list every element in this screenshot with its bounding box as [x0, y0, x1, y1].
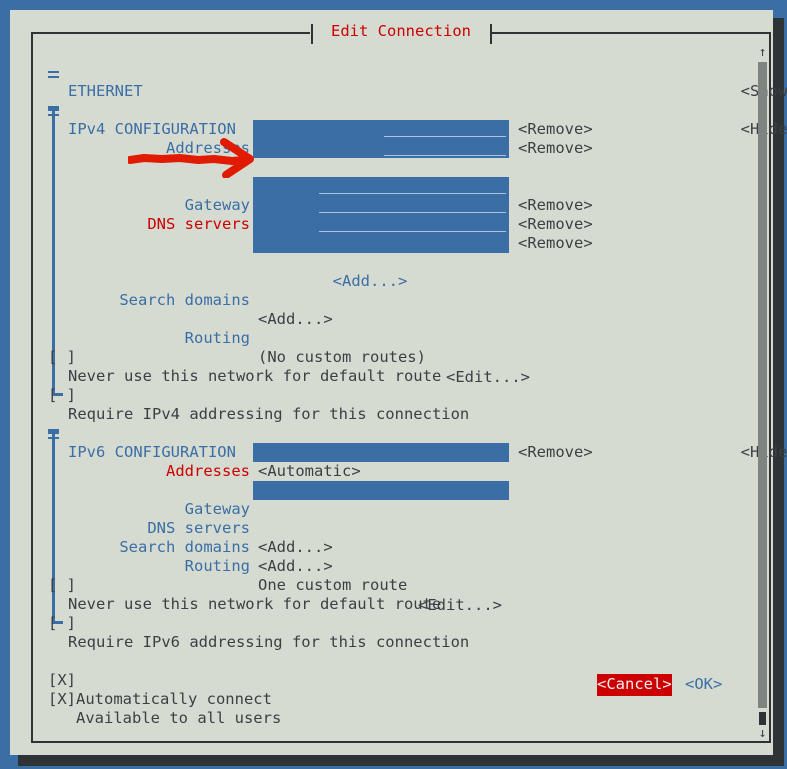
ipv4-gateway-input[interactable]: 1.1.1.1: [253, 177, 509, 196]
nmtui-window: Edit Connection ETHERNET <Show> IPv4 CON…: [10, 10, 787, 755]
ipv4-dns-add-button[interactable]: <Add...>: [258, 253, 408, 290]
ipv6-dns-row: DNS servers <Add...>: [42, 500, 332, 556]
ipv4-address-remove-2[interactable]: <Remove>: [518, 139, 593, 158]
ipv4-dns-fill-1: [319, 212, 506, 213]
ipv4-dns-input-2[interactable]: 3.3.3.3: [253, 215, 509, 234]
desktop-background: Edit Connection ETHERNET <Show> IPv4 CON…: [0, 0, 787, 769]
ipv6-hide-button[interactable]: <Hide>: [666, 424, 787, 461]
ipv4-gateway-row: Gateway: [42, 177, 250, 214]
ipv6-addresses-row: Addresses: [42, 443, 250, 480]
scrollbar-cursor-block: [759, 712, 766, 725]
ipv4-dns-remove-3[interactable]: <Remove>: [518, 234, 593, 253]
ipv6-gateway-input[interactable]: [253, 481, 509, 500]
ipv6-search-domains-add-button[interactable]: <Add...>: [258, 557, 333, 576]
ipv4-dns-remove-2[interactable]: <Remove>: [518, 215, 593, 234]
ipv4-require-row[interactable]: [ ] Require IPv4 addressing for this con…: [42, 367, 469, 423]
available-all-users-checkbox[interactable]: [X]: [48, 690, 76, 709]
ipv4-addresses-add-button[interactable]: <Add...>: [258, 158, 408, 195]
ipv4-gateway-fill: [319, 193, 506, 194]
ipv6-never-default-label: Never use this network for default route: [68, 595, 442, 614]
auto-connect-row[interactable]: [X] Automatically connect: [42, 652, 272, 708]
ipv4-require-label: Require IPv4 addressing for this connect…: [68, 405, 470, 424]
ipv6-never-default-checkbox[interactable]: [ ]: [48, 576, 76, 595]
ipv4-address-fill-2: [384, 155, 506, 156]
ipv4-addresses-row-1: Addresses: [42, 120, 250, 157]
available-all-users-label: Available to all users: [76, 709, 282, 728]
ipv4-never-default-label: Never use this network for default route: [68, 367, 442, 386]
ipv4-search-domains-label: Search domains: [119, 291, 250, 310]
ipv4-section-header[interactable]: IPv4 CONFIGURATION <Manual>: [42, 101, 333, 157]
ipv6-require-row[interactable]: [ ] Require IPv6 addressing for this con…: [42, 595, 469, 651]
available-all-users-row[interactable]: [X] Available to all users: [42, 671, 281, 727]
scrollbar[interactable]: ↑ ↓: [757, 46, 768, 741]
ipv6-section-header[interactable]: IPv6 CONFIGURATION <Automatic>: [42, 424, 361, 480]
ipv4-routing-value: (No custom routes): [258, 348, 426, 367]
ipv4-hide-button[interactable]: <Hide>: [666, 101, 787, 138]
ipv6-address-input-1[interactable]: [253, 443, 509, 462]
scrollbar-up-arrow-icon[interactable]: ↑: [757, 46, 768, 60]
ipv4-never-default-row[interactable]: [ ] Never use this network for default r…: [42, 329, 441, 385]
ipv4-address-input-1[interactable]: 11.22.33.44/24: [253, 120, 509, 139]
ipv4-addresses-label: Addresses: [166, 139, 250, 158]
ipv4-address-input-2[interactable]: 55.66.77.88/24: [253, 139, 509, 158]
ipv4-dns-input-3[interactable]: [253, 234, 509, 253]
ipv4-never-default-checkbox[interactable]: [ ]: [48, 348, 76, 367]
ipv4-dns-remove-1[interactable]: <Remove>: [518, 196, 593, 215]
ipv6-addresses-label: Addresses: [166, 462, 250, 481]
ethernet-label: ETHERNET: [68, 82, 143, 101]
form-content: ETHERNET <Show> IPv4 CONFIGURATION <Manu…: [42, 44, 787, 734]
ok-button[interactable]: <OK>: [685, 674, 722, 696]
ipv6-require-label: Require IPv6 addressing for this connect…: [68, 633, 470, 652]
ipv4-address-remove-1[interactable]: <Remove>: [518, 120, 593, 139]
ipv6-gateway-row: Gateway: [42, 481, 250, 518]
ipv4-dns-label: DNS servers: [147, 215, 250, 234]
ipv6-routing-row: Routing One custom route <Edit...>: [42, 538, 502, 613]
ipv4-search-domains-add-button[interactable]: <Add...>: [258, 310, 333, 329]
ipv6-routing-value: One custom route: [258, 576, 408, 595]
ipv4-require-checkbox[interactable]: [ ]: [48, 386, 76, 405]
ipv6-address-remove-1[interactable]: <Remove>: [518, 443, 593, 462]
ipv6-dns-add-button[interactable]: <Add...>: [258, 538, 333, 557]
ipv6-require-checkbox[interactable]: [ ]: [48, 614, 76, 633]
cancel-button[interactable]: <Cancel>: [597, 674, 672, 697]
scrollbar-down-arrow-icon[interactable]: ↓: [757, 727, 768, 741]
ipv6-never-default-row[interactable]: [ ] Never use this network for default r…: [42, 557, 441, 613]
ipv4-routing-edit-button[interactable]: <Edit...>: [446, 368, 530, 387]
ipv4-address-fill-1: [384, 136, 506, 137]
ipv4-dns-row: DNS servers: [42, 196, 250, 233]
scrollbar-thumb[interactable]: [758, 62, 767, 708]
ipv4-dns-fill-2: [319, 231, 506, 232]
window-title: Edit Connection: [331, 22, 471, 40]
ipv4-dns-input-1[interactable]: 2.2.2.2: [253, 196, 509, 215]
ipv6-search-domains-row: Search domains <Add...>: [42, 519, 332, 575]
ipv4-routing-row: Routing (No custom routes) <Edit...>: [42, 310, 530, 385]
ipv4-search-domains-row: Search domains <Add...>: [42, 272, 332, 328]
ethernet-section-header[interactable]: ETHERNET: [42, 63, 143, 100]
ethernet-show-button[interactable]: <Show>: [666, 63, 787, 100]
ipv6-addresses-add-button[interactable]: <Add...>: [258, 462, 408, 499]
ipv4-dns-add-label: <Add...>: [332, 272, 408, 291]
